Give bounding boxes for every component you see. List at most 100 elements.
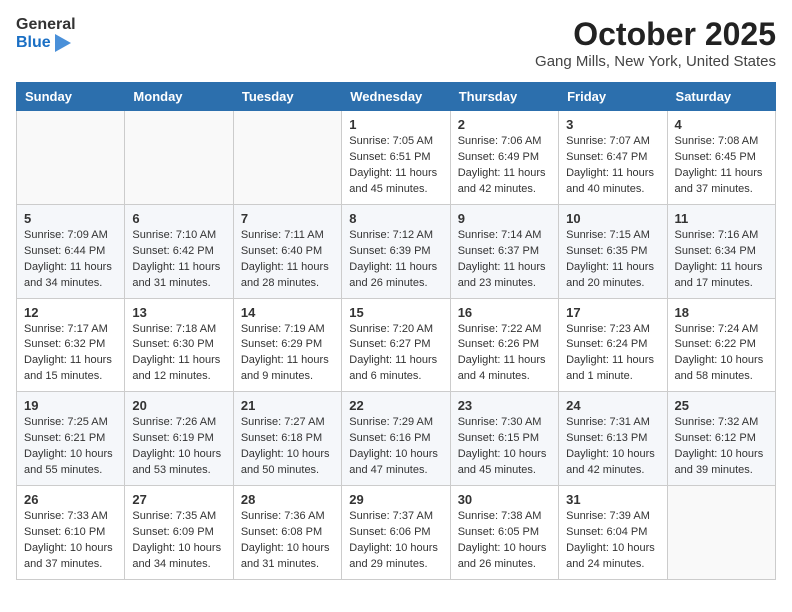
calendar-cell: 25Sunrise: 7:32 AM Sunset: 6:12 PM Dayli… bbox=[667, 392, 775, 486]
calendar-week-row: 12 Sunrise: 7:17 AM Sunset: 6:32 PM Dayli… bbox=[17, 298, 776, 392]
day-number: 9 bbox=[458, 211, 551, 226]
calendar-cell: 22 Sunrise: 7:29 AM Sunset: 6:16 PM Dayli… bbox=[342, 392, 450, 486]
cell-content: Sunrise: 7:22 AM Sunset: 6:26 PM Dayligh… bbox=[458, 322, 551, 386]
calendar-cell: 24 Sunrise: 7:31 AM Sunset: 6:13 PM Dayli… bbox=[559, 392, 667, 486]
cell-content: Sunrise: 7:27 AM Sunset: 6:18 PM Dayligh… bbox=[241, 415, 334, 479]
cell-content: Sunrise: 7:18 AM Sunset: 6:30 PM Dayligh… bbox=[132, 322, 225, 386]
month-title: October 2025 bbox=[535, 16, 776, 53]
cell-content: Sunrise: 7:14 AM Sunset: 6:37 PM Dayligh… bbox=[458, 228, 551, 292]
day-number: 14 bbox=[241, 305, 334, 320]
calendar-week-row: 1Sunrise: 7:05 AM Sunset: 6:51 PM Daylig… bbox=[17, 111, 776, 205]
calendar-cell: 8 Sunrise: 7:12 AM Sunset: 6:39 PM Daylig… bbox=[342, 204, 450, 298]
cell-content: Sunrise: 7:23 AM Sunset: 6:24 PM Dayligh… bbox=[566, 322, 659, 386]
day-number: 26 bbox=[24, 492, 117, 507]
day-number: 8 bbox=[349, 211, 442, 226]
calendar-cell bbox=[125, 111, 233, 205]
day-number: 2 bbox=[458, 117, 551, 132]
day-number: 29 bbox=[349, 492, 442, 507]
calendar-cell: 20Sunrise: 7:26 AM Sunset: 6:19 PM Dayli… bbox=[125, 392, 233, 486]
day-number: 15 bbox=[349, 305, 442, 320]
cell-content: Sunrise: 7:33 AM Sunset: 6:10 PM Dayligh… bbox=[24, 509, 117, 573]
calendar-cell: 19 Sunrise: 7:25 AM Sunset: 6:21 PM Dayli… bbox=[17, 392, 125, 486]
calendar-cell: 1Sunrise: 7:05 AM Sunset: 6:51 PM Daylig… bbox=[342, 111, 450, 205]
day-number: 5 bbox=[24, 211, 117, 226]
weekday-header-friday: Friday bbox=[559, 83, 667, 111]
day-number: 21 bbox=[241, 398, 334, 413]
calendar-cell: 29 Sunrise: 7:37 AM Sunset: 6:06 PM Dayli… bbox=[342, 486, 450, 580]
cell-content: Sunrise: 7:39 AM Sunset: 6:04 PM Dayligh… bbox=[566, 509, 659, 573]
day-number: 17 bbox=[566, 305, 659, 320]
cell-content: Sunrise: 7:36 AM Sunset: 6:08 PM Dayligh… bbox=[241, 509, 334, 573]
calendar-cell: 11 Sunrise: 7:16 AM Sunset: 6:34 PM Dayli… bbox=[667, 204, 775, 298]
day-number: 28 bbox=[241, 492, 334, 507]
day-number: 31 bbox=[566, 492, 659, 507]
calendar-cell bbox=[233, 111, 341, 205]
calendar-cell: 31 Sunrise: 7:39 AM Sunset: 6:04 PM Dayli… bbox=[559, 486, 667, 580]
day-number: 22 bbox=[349, 398, 442, 413]
day-number: 4 bbox=[675, 117, 768, 132]
cell-content: Sunrise: 7:38 AM Sunset: 6:05 PM Dayligh… bbox=[458, 509, 551, 573]
logo-arrow-icon bbox=[55, 34, 71, 52]
weekday-header-saturday: Saturday bbox=[667, 83, 775, 111]
day-number: 13 bbox=[132, 305, 225, 320]
calendar-cell: 7 Sunrise: 7:11 AM Sunset: 6:40 PM Daylig… bbox=[233, 204, 341, 298]
cell-content: Sunrise: 7:29 AM Sunset: 6:16 PM Dayligh… bbox=[349, 415, 442, 479]
day-number: 24 bbox=[566, 398, 659, 413]
cell-content: Sunrise: 7:37 AM Sunset: 6:06 PM Dayligh… bbox=[349, 509, 442, 573]
day-number: 19 bbox=[24, 398, 117, 413]
calendar-cell: 18Sunrise: 7:24 AM Sunset: 6:22 PM Dayli… bbox=[667, 298, 775, 392]
day-number: 3 bbox=[566, 117, 659, 132]
weekday-header-sunday: Sunday bbox=[17, 83, 125, 111]
cell-content: Sunrise: 7:16 AM Sunset: 6:34 PM Dayligh… bbox=[675, 228, 768, 292]
cell-content: Sunrise: 7:35 AM Sunset: 6:09 PM Dayligh… bbox=[132, 509, 225, 573]
cell-content: Sunrise: 7:30 AM Sunset: 6:15 PM Dayligh… bbox=[458, 415, 551, 479]
calendar-cell: 13 Sunrise: 7:18 AM Sunset: 6:30 PM Dayli… bbox=[125, 298, 233, 392]
weekday-header-tuesday: Tuesday bbox=[233, 83, 341, 111]
calendar-cell bbox=[17, 111, 125, 205]
day-number: 6 bbox=[132, 211, 225, 226]
day-number: 16 bbox=[458, 305, 551, 320]
weekday-header-monday: Monday bbox=[125, 83, 233, 111]
cell-content: Sunrise: 7:12 AM Sunset: 6:39 PM Dayligh… bbox=[349, 228, 442, 292]
day-number: 27 bbox=[132, 492, 225, 507]
calendar-cell: 27 Sunrise: 7:35 AM Sunset: 6:09 PM Dayli… bbox=[125, 486, 233, 580]
day-number: 7 bbox=[241, 211, 334, 226]
calendar-week-row: 19 Sunrise: 7:25 AM Sunset: 6:21 PM Dayli… bbox=[17, 392, 776, 486]
calendar-cell: 14 Sunrise: 7:19 AM Sunset: 6:29 PM Dayli… bbox=[233, 298, 341, 392]
calendar-cell: 23Sunrise: 7:30 AM Sunset: 6:15 PM Dayli… bbox=[450, 392, 558, 486]
cell-content: Sunrise: 7:10 AM Sunset: 6:42 PM Dayligh… bbox=[132, 228, 225, 292]
cell-content: Sunrise: 7:24 AM Sunset: 6:22 PM Dayligh… bbox=[675, 322, 768, 386]
cell-content: Sunrise: 7:07 AM Sunset: 6:47 PM Dayligh… bbox=[566, 134, 659, 198]
calendar-cell: 3 Sunrise: 7:07 AM Sunset: 6:47 PM Daylig… bbox=[559, 111, 667, 205]
cell-content: Sunrise: 7:20 AM Sunset: 6:27 PM Dayligh… bbox=[349, 322, 442, 386]
title-block: October 2025 Gang Mills, New York, Unite… bbox=[535, 16, 776, 70]
calendar-cell: 30 Sunrise: 7:38 AM Sunset: 6:05 PM Dayli… bbox=[450, 486, 558, 580]
day-number: 30 bbox=[458, 492, 551, 507]
cell-content: Sunrise: 7:06 AM Sunset: 6:49 PM Dayligh… bbox=[458, 134, 551, 198]
day-number: 11 bbox=[675, 211, 768, 226]
calendar-cell: 4Sunrise: 7:08 AM Sunset: 6:45 PM Daylig… bbox=[667, 111, 775, 205]
logo: General Blue bbox=[16, 16, 76, 51]
cell-content: Sunrise: 7:17 AM Sunset: 6:32 PM Dayligh… bbox=[24, 322, 117, 386]
calendar-cell: 28 Sunrise: 7:36 AM Sunset: 6:08 PM Dayli… bbox=[233, 486, 341, 580]
cell-content: Sunrise: 7:05 AM Sunset: 6:51 PM Dayligh… bbox=[349, 134, 442, 198]
cell-content: Sunrise: 7:25 AM Sunset: 6:21 PM Dayligh… bbox=[24, 415, 117, 479]
day-number: 12 bbox=[24, 305, 117, 320]
cell-content: Sunrise: 7:19 AM Sunset: 6:29 PM Dayligh… bbox=[241, 322, 334, 386]
calendar-week-row: 26 Sunrise: 7:33 AM Sunset: 6:10 PM Dayli… bbox=[17, 486, 776, 580]
calendar-cell: 6 Sunrise: 7:10 AM Sunset: 6:42 PM Daylig… bbox=[125, 204, 233, 298]
cell-content: Sunrise: 7:09 AM Sunset: 6:44 PM Dayligh… bbox=[24, 228, 117, 292]
calendar-table: SundayMondayTuesdayWednesdayThursdayFrid… bbox=[16, 82, 776, 580]
cell-content: Sunrise: 7:32 AM Sunset: 6:12 PM Dayligh… bbox=[675, 415, 768, 479]
cell-content: Sunrise: 7:11 AM Sunset: 6:40 PM Dayligh… bbox=[241, 228, 334, 292]
calendar-cell: 21 Sunrise: 7:27 AM Sunset: 6:18 PM Dayli… bbox=[233, 392, 341, 486]
weekday-header-row: SundayMondayTuesdayWednesdayThursdayFrid… bbox=[17, 83, 776, 111]
day-number: 10 bbox=[566, 211, 659, 226]
calendar-cell: 10Sunrise: 7:15 AM Sunset: 6:35 PM Dayli… bbox=[559, 204, 667, 298]
calendar-cell: 5 Sunrise: 7:09 AM Sunset: 6:44 PM Daylig… bbox=[17, 204, 125, 298]
cell-content: Sunrise: 7:26 AM Sunset: 6:19 PM Dayligh… bbox=[132, 415, 225, 479]
logo-general: General bbox=[16, 16, 76, 34]
weekday-header-wednesday: Wednesday bbox=[342, 83, 450, 111]
cell-content: Sunrise: 7:31 AM Sunset: 6:13 PM Dayligh… bbox=[566, 415, 659, 479]
calendar-cell: 2 Sunrise: 7:06 AM Sunset: 6:49 PM Daylig… bbox=[450, 111, 558, 205]
